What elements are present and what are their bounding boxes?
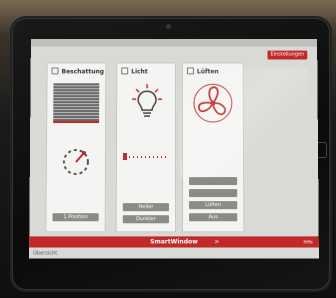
panel-ventilation: Lüften Lüften Aus xyxy=(181,62,245,233)
settings-button[interactable]: Einstellungen xyxy=(267,50,308,60)
panel-title: Lüften xyxy=(196,68,219,76)
app-screen: Einstellungen Beschattung 1 Position Lic… xyxy=(29,38,319,259)
position-button[interactable]: 1 Position xyxy=(52,213,99,222)
lightbulb-icon[interactable] xyxy=(127,83,167,123)
panel-light: Licht Heller Dunkler xyxy=(115,62,177,233)
overview-link[interactable]: Übersicht xyxy=(33,251,57,257)
off-button[interactable]: Aus xyxy=(189,213,238,222)
blinds-position-bar xyxy=(53,121,100,124)
help-link[interactable]: Hilfe xyxy=(304,236,313,247)
chevron-right-icon[interactable]: > xyxy=(214,236,219,247)
brightness-slider-track[interactable] xyxy=(128,155,169,158)
brightness-slider-handle[interactable] xyxy=(122,152,127,161)
ventilation-level-2-button[interactable] xyxy=(189,189,238,198)
brighter-button[interactable]: Heller xyxy=(122,203,169,212)
light-icon xyxy=(121,67,129,75)
panel-title: Beschattung xyxy=(61,68,104,76)
shading-icon xyxy=(51,67,59,75)
darker-button[interactable]: Dunkler xyxy=(122,215,169,224)
fan-small-icon xyxy=(186,67,194,75)
status-bar xyxy=(30,38,318,47)
bottom-bar-title: SmartWindow xyxy=(150,238,198,246)
camera-icon xyxy=(166,24,171,29)
position-dial[interactable] xyxy=(59,145,93,179)
blinds-graphic[interactable] xyxy=(53,83,100,124)
fan-icon[interactable] xyxy=(191,81,235,125)
bottom-bar[interactable]: SmartWindow > Hilfe xyxy=(29,236,319,248)
panel-title: Licht xyxy=(131,68,148,76)
panel-shading: Beschattung 1 Position xyxy=(45,62,107,233)
ventilation-level-1-button[interactable] xyxy=(189,177,238,186)
ventilate-button[interactable]: Lüften xyxy=(189,201,238,210)
